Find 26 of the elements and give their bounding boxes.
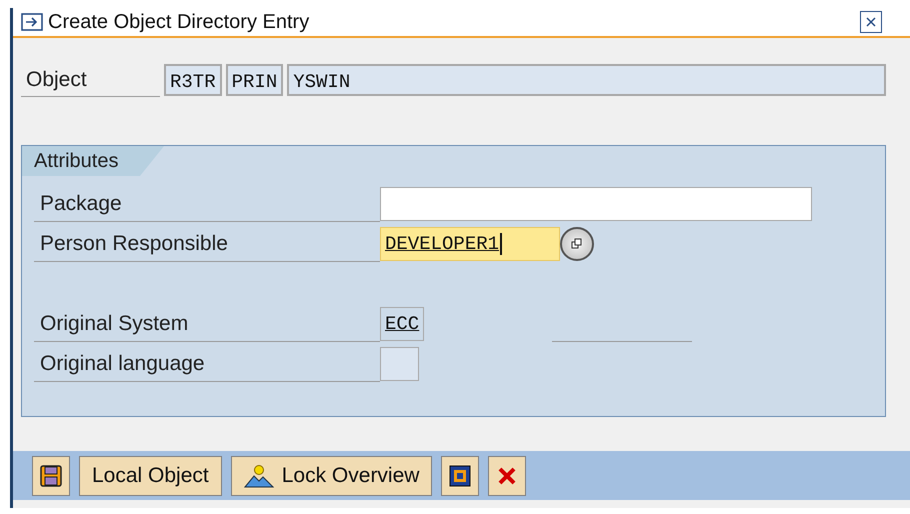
dialog-icon <box>21 13 43 32</box>
toolbar-button[interactable]: Lock Overview <box>230 456 432 496</box>
display-field: PRIN <box>226 64 284 96</box>
window-title: Create Object Directory Entry <box>48 10 310 34</box>
field-label: Original language <box>34 347 380 382</box>
input-field[interactable] <box>380 347 419 382</box>
cancel-button[interactable] <box>488 456 526 496</box>
frame-icon <box>449 464 472 487</box>
overlapping-windows-icon <box>571 238 583 250</box>
value-help-button[interactable] <box>560 227 594 262</box>
display-field: R3TR <box>164 64 222 96</box>
field-label: Person Responsible <box>34 227 380 262</box>
input-field[interactable] <box>380 187 812 222</box>
field-label: Package <box>34 187 380 222</box>
display-field: ECC <box>380 307 424 342</box>
close-button[interactable] <box>860 11 882 34</box>
field-label: Original System <box>34 307 380 342</box>
field-label: Object <box>21 64 160 98</box>
input-field[interactable]: DEVELOPER1 <box>380 227 560 262</box>
toolbar-button[interactable]: Local Object <box>79 456 222 496</box>
save-button[interactable] <box>32 456 70 496</box>
cancel-icon <box>497 466 518 486</box>
display-field: YSWIN <box>287 64 886 96</box>
icon-button[interactable] <box>441 456 480 496</box>
person-mountain-icon <box>244 464 274 488</box>
close-icon <box>865 16 877 28</box>
